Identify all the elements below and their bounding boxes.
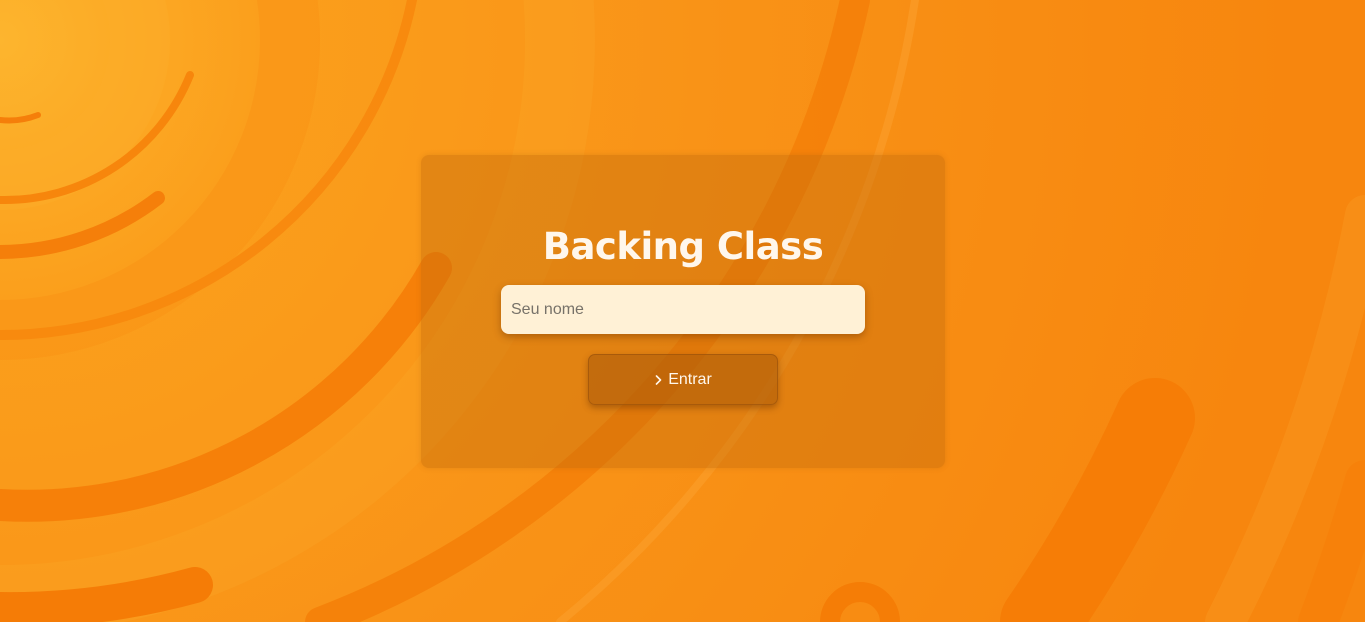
chevron-right-icon <box>655 374 662 385</box>
enter-button-label: Entrar <box>668 370 712 388</box>
login-card: Backing Class Entrar <box>421 155 945 468</box>
name-input[interactable] <box>501 285 865 334</box>
page-title: Backing Class <box>542 225 824 268</box>
enter-button[interactable]: Entrar <box>588 354 778 405</box>
